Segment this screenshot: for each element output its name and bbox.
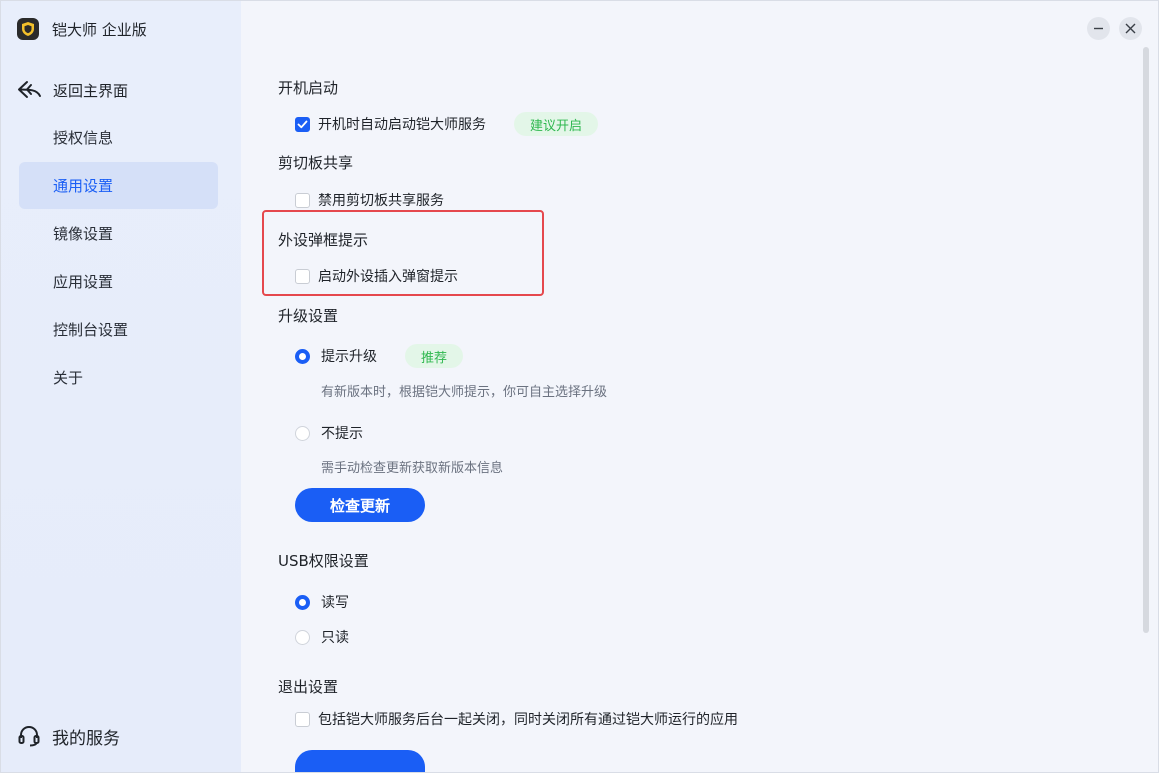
sidebar-nav: 授权信息 通用设置 镜像设置 应用设置 控制台设置 关于: [19, 114, 218, 402]
peripheral-option: 启动外设插入弹窗提示: [295, 265, 458, 287]
back-to-main-button[interactable]: 返回主界面: [17, 76, 128, 104]
usb-read-write-label: 读写: [321, 595, 349, 611]
exit-checkbox[interactable]: [295, 711, 310, 727]
sidebar-item-apps[interactable]: 应用设置: [19, 258, 218, 305]
usb-read-only-label: 只读: [321, 630, 349, 646]
upgrade-no-prompt-radio[interactable]: [295, 425, 310, 441]
startup-option-label: 开机时自动启动铠大师服务: [318, 117, 486, 133]
my-service-button[interactable]: 我的服务: [17, 723, 120, 749]
clipboard-option: 禁用剪切板共享服务: [295, 189, 444, 211]
exit-section-title: 退出设置: [278, 678, 339, 696]
sidebar: 铠大师 企业版 返回主界面 授权信息 通用设置 镜像设置 应用设置 控制台设置 …: [1, 1, 241, 772]
partially-visible-button[interactable]: [295, 750, 425, 772]
app-title: 铠大师 企业版: [52, 20, 147, 39]
usb-option-read-write: 读写: [295, 591, 349, 613]
upgrade-option-prompt: 提示升级 推荐: [295, 344, 464, 368]
clipboard-section-title: 剪切板共享: [278, 154, 354, 172]
recommend-badge: 推荐: [405, 344, 464, 368]
back-arrow-icon: [18, 81, 41, 98]
peripheral-section-title: 外设弹框提示: [278, 231, 369, 249]
upgrade-section-title: 升级设置: [278, 307, 339, 325]
back-label: 返回主界面: [53, 81, 129, 100]
scrollbar-thumb[interactable]: [1143, 47, 1149, 633]
exit-option-label: 包括铠大师服务后台一起关闭，同时关闭所有通过铠大师运行的应用: [318, 712, 738, 728]
usb-read-write-radio[interactable]: [295, 594, 310, 610]
upgrade-option-no-prompt: 不提示: [295, 422, 363, 444]
settings-content: 开机启动 开机时自动启动铠大师服务 建议开启 剪切板共享 禁用剪切板共享服务 外…: [241, 1, 1141, 772]
sidebar-item-license[interactable]: 授权信息: [19, 114, 218, 161]
startup-section-title: 开机启动: [278, 79, 339, 97]
clipboard-option-label: 禁用剪切板共享服务: [318, 193, 444, 209]
startup-checkbox[interactable]: [295, 116, 310, 132]
headset-icon: [18, 725, 40, 747]
settings-window: 铠大师 企业版 返回主界面 授权信息 通用设置 镜像设置 应用设置 控制台设置 …: [0, 0, 1159, 773]
my-service-label: 我的服务: [52, 728, 120, 749]
exit-option: 包括铠大师服务后台一起关闭，同时关闭所有通过铠大师运行的应用: [295, 708, 738, 730]
upgrade-no-prompt-hint: 需手动检查更新获取新版本信息: [321, 461, 504, 476]
startup-option: 开机时自动启动铠大师服务 建议开启: [295, 112, 599, 136]
app-header: 铠大师 企业版: [17, 16, 147, 42]
sidebar-item-about[interactable]: 关于: [19, 354, 218, 401]
sidebar-item-console[interactable]: 控制台设置: [19, 306, 218, 353]
upgrade-prompt-radio[interactable]: [295, 348, 310, 364]
usb-section-title: USB权限设置: [278, 552, 369, 570]
clipboard-checkbox[interactable]: [295, 192, 310, 208]
usb-option-read-only: 只读: [295, 626, 349, 648]
check-update-button[interactable]: 检查更新: [295, 488, 425, 522]
recommend-on-badge: 建议开启: [514, 112, 599, 136]
app-logo-icon: [17, 18, 39, 40]
sidebar-item-general[interactable]: 通用设置: [19, 162, 218, 209]
upgrade-no-prompt-label: 不提示: [321, 426, 363, 442]
usb-read-only-radio[interactable]: [295, 629, 310, 645]
upgrade-prompt-hint: 有新版本时，根据铠大师提示，你可自主选择升级: [321, 385, 608, 400]
peripheral-option-label: 启动外设插入弹窗提示: [318, 269, 458, 285]
check-icon: [297, 120, 308, 128]
upgrade-prompt-label: 提示升级: [321, 349, 377, 365]
peripheral-checkbox[interactable]: [295, 268, 310, 284]
sidebar-item-image[interactable]: 镜像设置: [19, 210, 218, 257]
